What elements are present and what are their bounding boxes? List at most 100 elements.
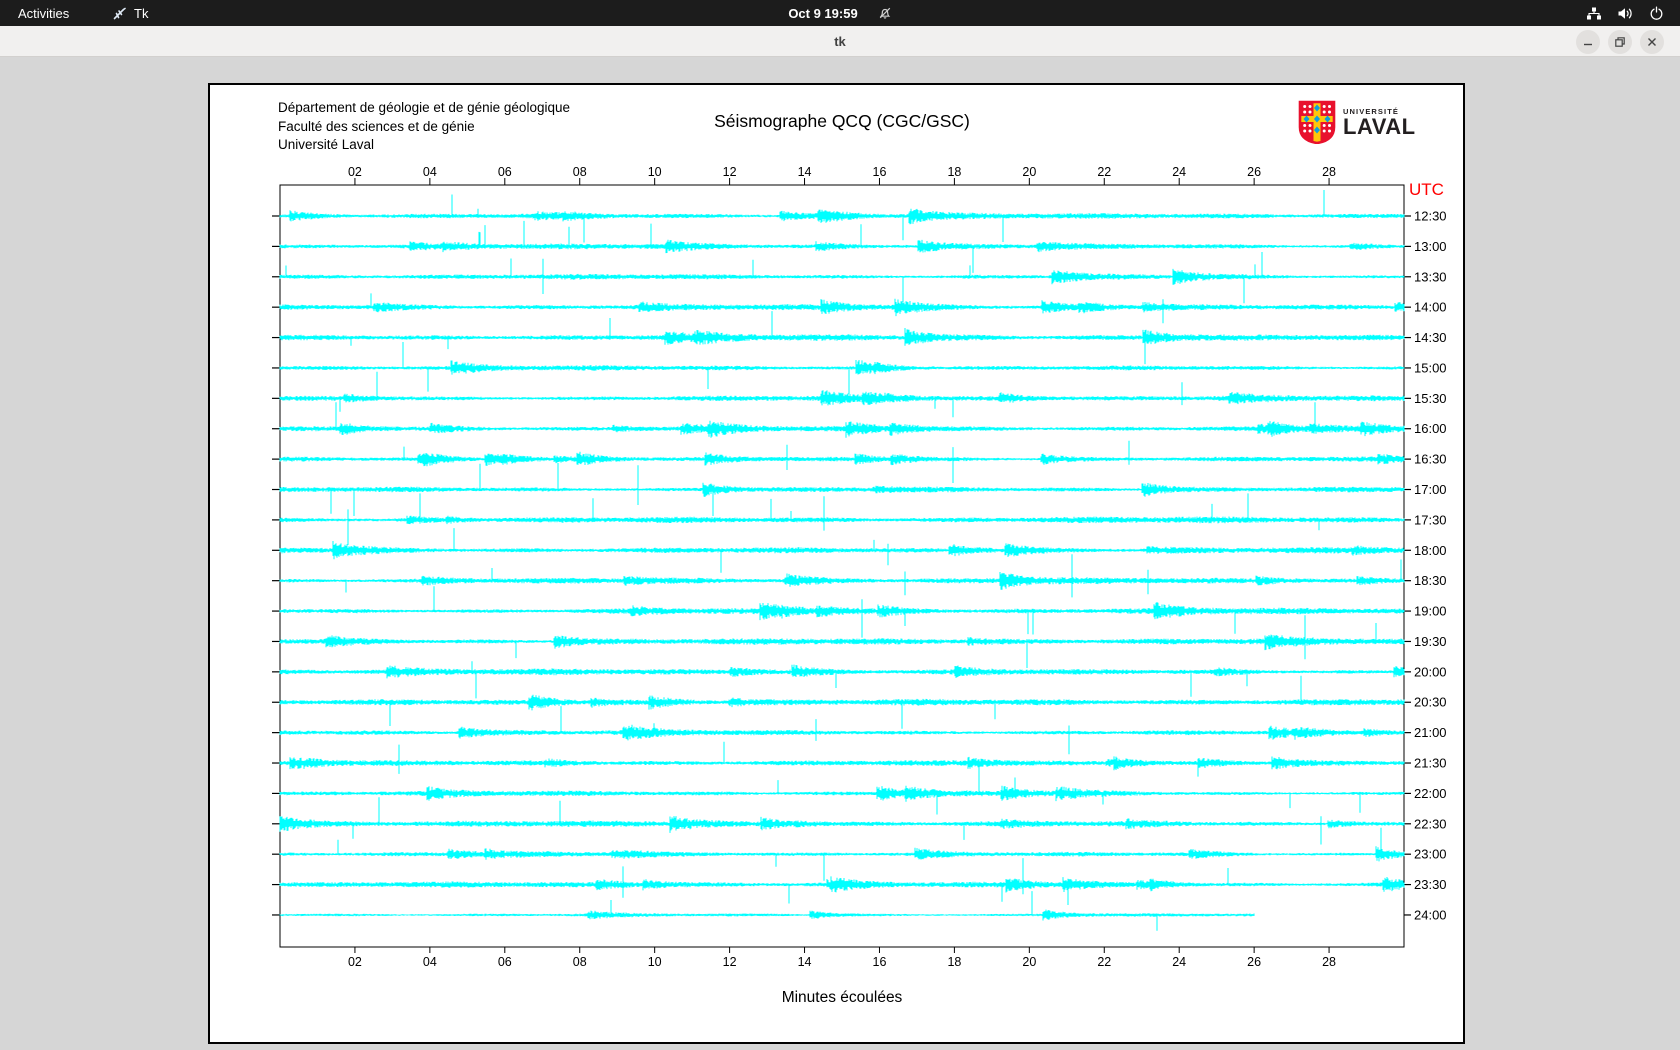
- seismic-trace-row: [279, 827, 1405, 881]
- utc-time-label: 15:30: [1414, 391, 1447, 406]
- utc-time-label: 21:30: [1414, 756, 1447, 771]
- seismic-trace-row: [279, 252, 1405, 304]
- close-button[interactable]: [1640, 30, 1664, 54]
- x-tick-label-bottom: 20: [1022, 955, 1036, 969]
- utc-time-label: 20:30: [1414, 695, 1447, 710]
- utc-time-label: 14:00: [1414, 300, 1447, 315]
- x-tick-label-top: 26: [1247, 165, 1261, 179]
- utc-time-label: 20:00: [1414, 664, 1447, 679]
- window-titlebar: tk: [0, 26, 1680, 57]
- x-tick-label-top: 02: [348, 165, 362, 179]
- seismic-trace-row: [279, 311, 1405, 365]
- seismic-trace-row: [279, 797, 1405, 845]
- close-icon: [1648, 38, 1656, 46]
- utc-time-label: 14:30: [1414, 330, 1447, 345]
- utc-time-label: 17:30: [1414, 512, 1447, 527]
- x-tick-label-bottom: 18: [947, 955, 961, 969]
- seismic-trace-row: [279, 554, 1405, 598]
- seismic-trace-row: [279, 220, 1405, 273]
- screen: Activities Tk Oct 9 19:59 tk Département…: [0, 0, 1680, 1050]
- x-tick-label-top: 06: [498, 165, 512, 179]
- x-tick-label-top: 22: [1097, 165, 1111, 179]
- x-tick-label-bottom: 08: [573, 955, 587, 969]
- utc-time-label: 16:30: [1414, 452, 1447, 467]
- utc-time-label: 12:30: [1414, 209, 1447, 224]
- x-tick-label-bottom: 02: [348, 955, 362, 969]
- x-tick-label-bottom: 16: [873, 955, 887, 969]
- utc-time-label: 23:00: [1414, 847, 1447, 862]
- seismic-trace-row: [279, 371, 1405, 418]
- utc-time-label: 15:00: [1414, 360, 1447, 375]
- focused-app-menu[interactable]: Tk: [112, 0, 148, 26]
- helicorder-canvas: 02 02 04 04 06 06 08 08 10 10 12 12 14 14 16 16 18 18 20 20…: [272, 165, 1447, 1006]
- seismic-trace-row: [279, 858, 1405, 905]
- utc-time-label: 24:00: [1414, 907, 1447, 922]
- clock-menu: Oct 9 19:59: [0, 0, 1680, 26]
- volume-icon: [1618, 7, 1632, 19]
- x-tick-label-top: 10: [648, 165, 662, 179]
- utc-axis-label: UTC: [1409, 180, 1444, 199]
- app-name-label: Tk: [134, 5, 149, 21]
- notifications-muted-icon[interactable]: [878, 6, 892, 20]
- x-tick-label-top: 28: [1322, 165, 1336, 179]
- utc-time-label: 18:30: [1414, 573, 1447, 588]
- x-axis-title: Minutes écoulées: [782, 989, 903, 1006]
- seismic-trace-row: [279, 661, 1405, 699]
- utc-time-label: 13:30: [1414, 269, 1447, 284]
- x-tick-label-bottom: 28: [1322, 955, 1336, 969]
- utc-time-label: 23:30: [1414, 877, 1447, 892]
- x-tick-label-top: 18: [947, 165, 961, 179]
- x-tick-label-top: 16: [873, 165, 887, 179]
- x-tick-label-top: 08: [573, 165, 587, 179]
- x-tick-label-bottom: 26: [1247, 955, 1261, 969]
- utc-time-label: 16:00: [1414, 421, 1447, 436]
- minimize-button[interactable]: [1576, 30, 1600, 54]
- x-tick-label-top: 24: [1172, 165, 1186, 179]
- restore-icon: [1615, 37, 1625, 47]
- network-wired-icon: [1587, 7, 1601, 19]
- gnome-topbar: Activities Tk Oct 9 19:59: [0, 0, 1680, 26]
- utc-time-label: 18:00: [1414, 543, 1447, 558]
- x-tick-label-bottom: 12: [723, 955, 737, 969]
- minimize-icon: [1584, 43, 1592, 46]
- x-tick-label-top: 14: [798, 165, 812, 179]
- x-tick-label-bottom: 24: [1172, 955, 1186, 969]
- utc-time-label: 21:00: [1414, 725, 1447, 740]
- activities-button[interactable]: Activities: [18, 0, 69, 26]
- desktop-background: Département de géologie et de génie géol…: [0, 57, 1680, 1050]
- window-title: tk: [834, 34, 846, 49]
- seismic-trace-row: [279, 675, 1405, 729]
- utc-time-label: 13:00: [1414, 239, 1447, 254]
- restore-button[interactable]: [1608, 30, 1632, 54]
- clock-label[interactable]: Oct 9 19:59: [788, 6, 857, 21]
- utc-time-label: 22:00: [1414, 786, 1447, 801]
- seismic-trace-row: [279, 741, 1405, 777]
- x-tick-label-bottom: 10: [648, 955, 662, 969]
- seismic-trace-row: [279, 190, 1405, 243]
- x-tick-label-bottom: 06: [498, 955, 512, 969]
- x-tick-label-bottom: 22: [1097, 955, 1111, 969]
- seismic-trace-row: [279, 493, 1405, 545]
- utc-time-label: 19:30: [1414, 634, 1447, 649]
- seismic-trace-row: [279, 528, 1405, 573]
- plot-frame: [279, 184, 1405, 948]
- utc-time-label: 19:00: [1414, 604, 1447, 619]
- x-tick-label-top: 04: [423, 165, 437, 179]
- seismic-trace-row: [279, 342, 1405, 394]
- seismic-trace-row: [279, 402, 1405, 438]
- system-status-area[interactable]: [1586, 0, 1664, 26]
- seismic-trace-row: [279, 293, 1405, 324]
- seismic-trace-row: [279, 463, 1405, 516]
- x-tick-label-top: 20: [1022, 165, 1036, 179]
- utc-time-label: 17:00: [1414, 482, 1447, 497]
- seismic-trace-row: [279, 440, 1405, 483]
- seismograph-page: Département de géologie et de génie géol…: [208, 83, 1465, 1044]
- seismic-trace-row: [279, 891, 1255, 931]
- power-icon: [1650, 6, 1663, 20]
- seismic-trace-row: [279, 766, 1405, 815]
- seismic-trace-row: [279, 706, 1405, 755]
- utc-time-label: 22:30: [1414, 816, 1447, 831]
- x-tick-label-bottom: 04: [423, 955, 437, 969]
- seismic-trace-row: [279, 586, 1405, 638]
- helicorder-plot: 02 02 04 04 06 06 08 08 10 10 12 12 14 14 16 16 18 18 20 20…: [210, 85, 1463, 1042]
